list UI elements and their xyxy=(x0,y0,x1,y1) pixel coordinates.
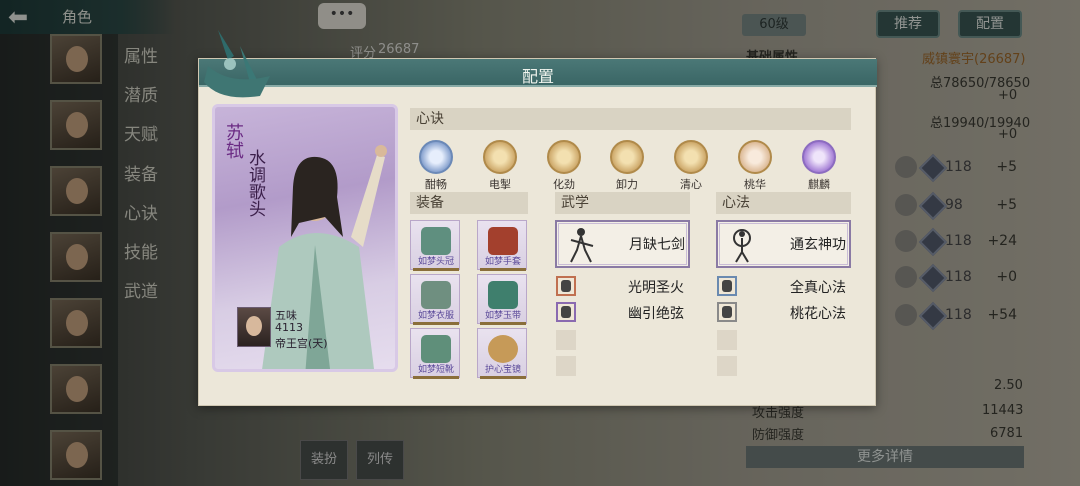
xinfa-sub-slot[interactable] xyxy=(717,302,737,322)
equip-slot[interactable]: 如梦衣服 xyxy=(410,274,460,325)
wuxue-main-name: 月缺七剑 xyxy=(629,237,685,253)
owner-server: 帝王宫(天) xyxy=(275,337,328,350)
game-screen: ⬅ 角色 ••• 属性 潜质 天赋 装备 心诀 技能 武道 评分 26687 6… xyxy=(0,0,1080,486)
wuxue-main-slot[interactable]: 月缺七剑 xyxy=(555,220,690,268)
skill-slot[interactable]: 化劲 xyxy=(544,140,584,191)
glove-icon xyxy=(488,227,518,255)
card-subtitle: 水调歌头 xyxy=(245,149,265,217)
equip-slot[interactable]: 护心宝镜 xyxy=(477,328,527,379)
section-wuxue: 武学 xyxy=(555,192,690,214)
wuxue-sub-slot[interactable] xyxy=(556,276,576,296)
peach-skill-icon xyxy=(722,306,732,318)
xinfa-sub-slot[interactable] xyxy=(717,276,737,296)
skill-slot[interactable]: 桃华 xyxy=(735,140,775,191)
robe-icon xyxy=(421,281,451,309)
helmet-icon xyxy=(421,227,451,255)
skill-label: 酣畅 xyxy=(425,178,447,191)
owner-avatar xyxy=(237,307,271,347)
dialog-title: 配置 xyxy=(521,67,554,86)
equip-name: 如梦手套 xyxy=(484,257,521,267)
equip-name: 如梦衣服 xyxy=(417,311,454,321)
fire-skill-icon xyxy=(561,280,571,292)
dialog-header: 配置 xyxy=(199,59,877,87)
empty-slot[interactable] xyxy=(717,330,737,350)
skill-icon xyxy=(674,140,708,174)
xinfa-sub-name: 桃花心法 xyxy=(790,306,846,322)
skill-label: 清心 xyxy=(680,178,702,191)
section-xinjue: 心诀 xyxy=(410,108,851,130)
equip-slot[interactable]: 如梦手套 xyxy=(477,220,527,271)
belt-icon xyxy=(488,281,518,309)
quanzhen-skill-icon xyxy=(722,280,732,292)
wuxue-sub-name: 幽引绝弦 xyxy=(628,306,684,322)
skill-slot[interactable]: 麒麟 xyxy=(799,140,839,191)
skill-label: 卸力 xyxy=(616,178,638,191)
xinfa-main-slot[interactable]: 通玄神功 xyxy=(716,220,851,268)
skill-slot[interactable]: 电掣 xyxy=(480,140,520,191)
mirror-icon xyxy=(488,335,518,363)
character-card[interactable]: 苏轼 水调歌头 五味 4113 帝王宫(天) xyxy=(212,104,398,372)
skill-label: 化劲 xyxy=(553,178,575,191)
skill-icon xyxy=(802,140,836,174)
string-skill-icon xyxy=(561,306,571,318)
xinfa-main-name: 通玄神功 xyxy=(790,237,846,253)
skill-slot[interactable]: 酣畅 xyxy=(416,140,456,191)
boots-icon xyxy=(421,335,451,363)
section-xinfa: 心法 xyxy=(716,192,851,214)
empty-slot[interactable] xyxy=(556,356,576,376)
wuxue-sub-name: 光明圣火 xyxy=(628,280,684,296)
sword-decoration-icon xyxy=(204,30,270,98)
skill-icon xyxy=(419,140,453,174)
empty-slot[interactable] xyxy=(717,356,737,376)
swordsman-icon xyxy=(570,228,594,263)
owner-id: 4113 xyxy=(275,321,303,334)
equip-name: 如梦头冠 xyxy=(417,257,454,267)
empty-slot[interactable] xyxy=(556,330,576,350)
equip-name: 护心宝镜 xyxy=(484,365,521,375)
wuxue-sub-slot[interactable] xyxy=(556,302,576,322)
skill-icon xyxy=(547,140,581,174)
skill-slot[interactable]: 清心 xyxy=(671,140,711,191)
equip-slot[interactable]: 如梦玉带 xyxy=(477,274,527,325)
equip-name: 如梦短靴 xyxy=(417,365,454,375)
skill-slot[interactable]: 卸力 xyxy=(607,140,647,191)
skill-icon xyxy=(610,140,644,174)
meditation-icon xyxy=(733,229,751,263)
equip-name: 如梦玉带 xyxy=(484,311,521,321)
skill-label: 电掣 xyxy=(489,178,511,191)
card-name: 苏轼 xyxy=(223,123,244,159)
skill-icon xyxy=(738,140,772,174)
xinfa-sub-name: 全真心法 xyxy=(790,280,846,296)
skill-icon xyxy=(483,140,517,174)
section-equipment: 装备 xyxy=(410,192,528,214)
skill-label: 麒麟 xyxy=(808,178,830,191)
equip-slot[interactable]: 如梦头冠 xyxy=(410,220,460,271)
skill-label: 桃华 xyxy=(744,178,766,191)
equip-slot[interactable]: 如梦短靴 xyxy=(410,328,460,379)
